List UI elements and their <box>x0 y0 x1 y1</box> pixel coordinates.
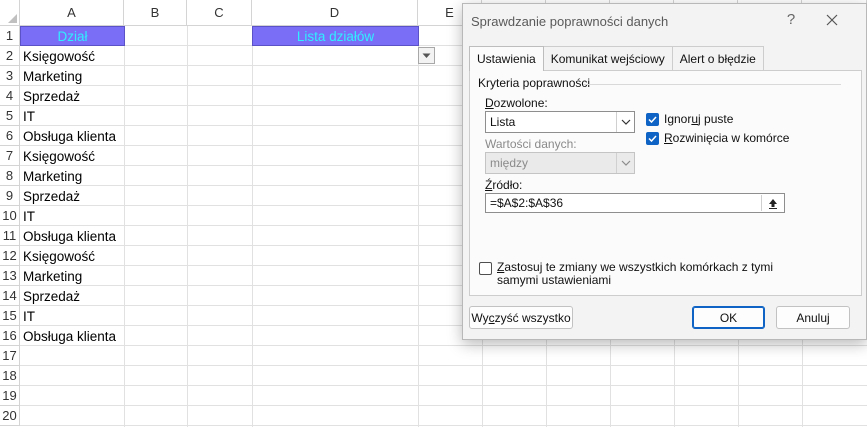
cell-a9[interactable]: Sprzedaż <box>20 186 124 206</box>
cell-a12[interactable]: Księgowość <box>20 246 124 266</box>
ignore-blank-checkbox[interactable]: Ignoruj puste <box>646 112 733 126</box>
checkbox-checked-icon <box>646 112 659 126</box>
row-header[interactable]: 17 <box>0 346 20 366</box>
row-header[interactable]: 13 <box>0 266 20 286</box>
select-all-corner[interactable] <box>0 0 20 26</box>
row-header[interactable]: 20 <box>0 406 20 426</box>
chevron-down-icon <box>616 112 634 132</box>
clear-all-button[interactable]: Wy c zyść wszystko <box>469 306 573 329</box>
dialog-title: Sprawdzanie poprawności danych <box>471 14 669 29</box>
in-cell-dropdown-checkbox[interactable]: Rozwinięcia w komórce <box>646 131 789 145</box>
grid-line <box>20 425 867 426</box>
ignore-blank-label: Ignoruj puste <box>664 112 734 126</box>
cell-a15[interactable]: IT <box>20 306 124 326</box>
allow-label: Dozwolone: <box>485 96 548 110</box>
cell-a7[interactable]: Księgowość <box>20 146 124 166</box>
column-header-b[interactable]: B <box>124 0 187 26</box>
data-select-value: między <box>490 156 529 170</box>
grid-line <box>20 405 867 406</box>
row-header[interactable]: 8 <box>0 166 20 186</box>
data-select: między <box>485 152 635 174</box>
cell-a10[interactable]: IT <box>20 206 124 226</box>
cell-a13[interactable]: Marketing <box>20 266 124 286</box>
row-header[interactable]: 11 <box>0 226 20 246</box>
cell-a16[interactable]: Obsługa klienta <box>20 326 124 346</box>
cell-a1-header[interactable]: Dział <box>20 26 125 46</box>
grid-line <box>20 385 867 386</box>
cell-dropdown-button[interactable] <box>418 47 435 64</box>
apply-to-all-label: Zastosuj te zmiany we wszystkich komórka… <box>497 260 774 287</box>
chevron-down-icon <box>616 153 634 173</box>
help-button[interactable]: ? <box>783 11 799 28</box>
collapse-dialog-button[interactable] <box>761 195 783 211</box>
cell-a14[interactable]: Sprzedaż <box>20 286 124 306</box>
row-header[interactable]: 16 <box>0 326 20 346</box>
grid-line <box>124 26 125 427</box>
row-header[interactable]: 3 <box>0 66 20 86</box>
row-header[interactable]: 15 <box>0 306 20 326</box>
allow-select[interactable]: Lista <box>485 111 635 133</box>
cell-a8[interactable]: Marketing <box>20 166 124 186</box>
grid-line <box>20 365 867 366</box>
tab-bar: Ustawienia Komunikat wejściowy Alert o b… <box>469 46 764 71</box>
data-validation-dialog: Sprawdzanie poprawności danych ? Ustawie… <box>462 3 867 340</box>
cell-a3[interactable]: Marketing <box>20 66 124 86</box>
data-label: Wartości danych: <box>485 137 577 151</box>
grid-line <box>418 26 419 427</box>
row-header[interactable]: 1 <box>0 26 20 46</box>
cell-d1-header[interactable]: Lista działów <box>252 26 419 46</box>
row-header[interactable]: 6 <box>0 126 20 146</box>
column-header-d[interactable]: D <box>252 0 418 26</box>
cell-a2[interactable]: Księgowość <box>20 46 124 66</box>
source-input-value: =$A$2:$A$36 <box>490 196 564 210</box>
grid-line <box>20 345 867 346</box>
checkbox-unchecked-icon <box>479 262 492 275</box>
grid-line <box>252 26 253 427</box>
row-header[interactable]: 18 <box>0 366 20 386</box>
source-label: Źródło: <box>485 178 523 192</box>
row-header[interactable]: 5 <box>0 106 20 126</box>
grid-line <box>187 26 188 427</box>
cell-a5[interactable]: IT <box>20 106 124 126</box>
row-header[interactable]: 10 <box>0 206 20 226</box>
column-header-a[interactable]: A <box>20 0 124 26</box>
row-header[interactable]: 19 <box>0 386 20 406</box>
cell-a6[interactable]: Obsługa klienta <box>20 126 124 146</box>
tab-error-alert[interactable]: Alert o błędzie <box>671 46 764 70</box>
group-divider <box>583 84 841 85</box>
checkbox-checked-icon <box>646 131 659 145</box>
column-header-c[interactable]: C <box>187 0 252 26</box>
row-header[interactable]: 12 <box>0 246 20 266</box>
in-cell-dropdown-label: Rozwinięcia w komórce <box>664 131 790 145</box>
ok-button[interactable]: OK <box>692 306 765 329</box>
close-icon[interactable] <box>824 12 840 28</box>
row-header[interactable]: 2 <box>0 46 20 66</box>
row-header[interactable]: 4 <box>0 86 20 106</box>
chevron-down-icon <box>422 53 431 58</box>
row-header[interactable]: 14 <box>0 286 20 306</box>
row-header[interactable]: 7 <box>0 146 20 166</box>
validation-criteria-label: Kryteria poprawności <box>478 76 591 90</box>
range-select-icon <box>768 198 777 209</box>
source-input[interactable]: =$A$2:$A$36 <box>485 193 785 213</box>
tab-input-message[interactable]: Komunikat wejściowy <box>542 46 673 70</box>
tab-settings[interactable]: Ustawienia <box>469 46 544 71</box>
allow-select-value: Lista <box>490 115 516 129</box>
cell-a11[interactable]: Obsługa klienta <box>20 226 124 246</box>
row-header[interactable]: 9 <box>0 186 20 206</box>
cancel-button[interactable]: Anuluj <box>776 306 850 329</box>
apply-to-all-checkbox[interactable]: Zastosuj te zmiany we wszystkich komórka… <box>479 261 809 287</box>
cell-a4[interactable]: Sprzedaż <box>20 86 124 106</box>
